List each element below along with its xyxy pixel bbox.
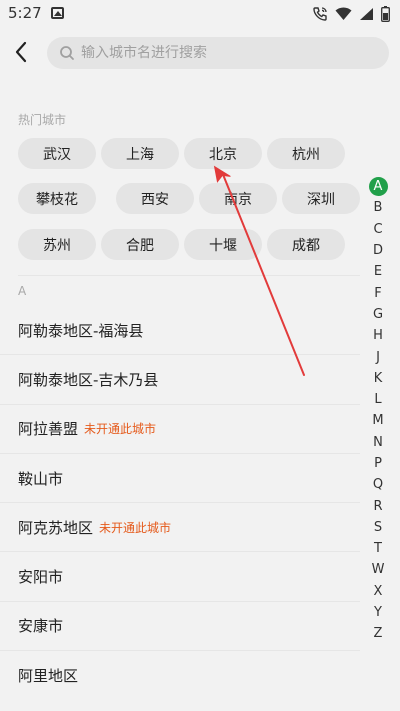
status-time: 5:27 — [8, 4, 42, 22]
battery-icon — [381, 6, 390, 22]
city-name: 安阳市 — [18, 568, 64, 587]
hot-city-chip[interactable]: 南京 — [199, 183, 277, 214]
status-icons — [312, 5, 390, 23]
hot-city-chip[interactable]: 合肥 — [101, 229, 179, 260]
index-letter[interactable]: T — [367, 538, 389, 559]
signal-icon — [360, 8, 373, 20]
index-letter[interactable]: Z — [367, 623, 389, 644]
index-letter[interactable]: B — [367, 197, 389, 218]
index-letter[interactable]: X — [367, 581, 389, 602]
index-letter[interactable]: Q — [367, 474, 389, 495]
index-letter[interactable]: C — [367, 219, 389, 240]
hot-city-chip[interactable]: 北京 — [184, 138, 262, 169]
city-name: 阿克苏地区 — [18, 518, 94, 537]
wifi-icon — [335, 7, 352, 20]
index-letter[interactable]: W — [367, 559, 389, 580]
hot-city-chip[interactable]: 杭州 — [267, 138, 345, 169]
city-list-item[interactable]: 安康市 — [0, 602, 360, 652]
hot-city-chip[interactable]: 十堰 — [184, 229, 262, 260]
index-letter[interactable]: K — [367, 368, 389, 389]
hot-city-chip[interactable]: 攀枝花 — [18, 183, 96, 214]
index-letter[interactable]: Y — [367, 602, 389, 623]
hot-city-chip[interactable]: 苏州 — [18, 229, 96, 260]
section-divider — [18, 275, 360, 276]
city-name: 安康市 — [18, 617, 64, 636]
city-list-item[interactable]: 阿拉善盟 未开通此城市 — [0, 405, 360, 454]
hot-city-chip[interactable]: 上海 — [101, 138, 179, 169]
hot-cities-title: 热门城市 — [18, 113, 67, 127]
city-list-item[interactable]: 阿克苏地区 未开通此城市 — [0, 503, 360, 553]
hot-city-chip[interactable]: 西安 — [116, 183, 194, 214]
not-available-tag: 未开通此城市 — [84, 422, 157, 437]
index-letter[interactable]: D — [367, 240, 389, 261]
index-letter[interactable]: S — [367, 517, 389, 538]
search-box[interactable] — [47, 37, 389, 69]
index-letter[interactable]: E — [367, 261, 389, 282]
back-arrow-icon — [15, 41, 27, 63]
not-available-tag: 未开通此城市 — [99, 520, 172, 535]
index-letter[interactable]: F — [367, 282, 389, 303]
index-letter[interactable]: H — [367, 325, 389, 346]
city-list-item[interactable]: 鞍山市 — [0, 454, 360, 504]
index-letter[interactable]: P — [367, 453, 389, 474]
status-bar: 5:27 — [0, 0, 400, 28]
city-list-item[interactable]: 阿勒泰地区-福海县 — [0, 306, 360, 356]
search-input[interactable] — [81, 45, 371, 61]
city-list-item[interactable]: 阿里地区 — [0, 651, 360, 700]
hot-city-chip[interactable]: 成都 — [267, 229, 345, 260]
alphabet-index-bar[interactable]: A B C D E F G H J K L M N P Q R S T W X … — [367, 176, 389, 645]
index-letter[interactable]: G — [367, 304, 389, 325]
city-name: 阿勒泰地区-福海县 — [18, 321, 144, 340]
index-letter[interactable]: N — [367, 432, 389, 453]
city-list-item[interactable]: 阿勒泰地区-吉木乃县 — [0, 355, 360, 405]
call-wifi-icon — [313, 7, 327, 21]
image-icon — [51, 7, 64, 19]
city-list-item[interactable]: 安阳市 — [0, 552, 360, 602]
letter-section-header: A — [18, 284, 27, 298]
hot-city-chip[interactable]: 武汉 — [18, 138, 96, 169]
city-name: 阿拉善盟 — [18, 420, 79, 439]
city-list: 阿勒泰地区-福海县 阿勒泰地区-吉木乃县 阿拉善盟 未开通此城市 鞍山市 阿克苏… — [0, 306, 360, 700]
index-letter[interactable]: L — [367, 389, 389, 410]
index-letter-active[interactable]: A — [367, 176, 389, 197]
hot-city-chip[interactable]: 深圳 — [282, 183, 360, 214]
city-picker-screen: 5:27 输入城市名进行搜索 热门城市 武汉 上海 北京 杭州 攀枝花 西安 南… — [0, 0, 400, 711]
city-name: 阿里地区 — [18, 667, 79, 686]
city-name: 鞍山市 — [18, 469, 64, 488]
index-letter[interactable]: R — [367, 495, 389, 516]
index-letter[interactable]: J — [367, 346, 389, 367]
search-icon — [59, 45, 75, 61]
index-letter[interactable]: M — [367, 410, 389, 431]
city-name: 阿勒泰地区-吉木乃县 — [18, 370, 159, 389]
back-button[interactable] — [8, 38, 34, 66]
